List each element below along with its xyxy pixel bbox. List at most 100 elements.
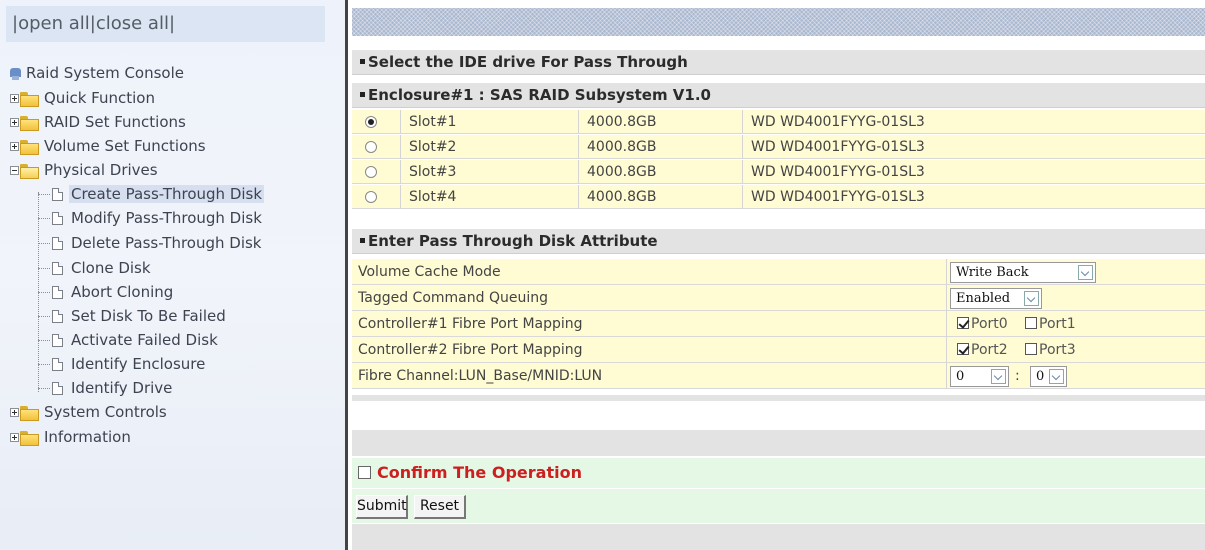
expand-icon[interactable] (10, 433, 19, 442)
section-title: Enter Pass Through Disk Attribute (368, 232, 658, 250)
chevron-down-icon[interactable] (991, 369, 1006, 384)
tree-root[interactable]: Raid System Console (9, 62, 186, 84)
document-icon (52, 237, 63, 250)
confirm-checkbox[interactable] (358, 466, 371, 479)
folder-icon (20, 140, 39, 155)
tree-group-label: RAID Set Functions (44, 113, 186, 131)
drive-row[interactable]: Slot#2 4000.8GB WD WD4001FYYG-01SL3 (352, 135, 1205, 159)
tree-group-physical-drives[interactable]: Physical Drives (10, 159, 160, 181)
tree-item-modify-pass-through-disk[interactable]: Modify Pass-Through Disk (38, 207, 264, 229)
expand-icon[interactable] (10, 118, 19, 127)
port3-checkbox[interactable] (1025, 343, 1037, 355)
chevron-down-icon[interactable] (1024, 291, 1039, 306)
tree-root-label: Raid System Console (26, 64, 184, 82)
drive-row[interactable]: Slot#3 4000.8GB WD WD4001FYYG-01SL3 (352, 160, 1205, 184)
port3-option[interactable]: Port3 (1025, 337, 1076, 363)
port1-option[interactable]: Port1 (1025, 311, 1076, 337)
tree-item-label: Delete Pass-Through Disk (71, 234, 262, 252)
tree-item-identify-drive[interactable]: Identify Drive (38, 377, 174, 399)
port2-option[interactable]: Port2 (957, 337, 1008, 363)
tree-group-information[interactable]: Information (10, 426, 133, 448)
folder-icon (20, 406, 39, 421)
chevron-down-icon[interactable] (1078, 265, 1093, 280)
tree-item-delete-pass-through-disk[interactable]: Delete Pass-Through Disk (38, 232, 264, 254)
expand-icon[interactable] (10, 142, 19, 151)
size-cell: 4000.8GB (578, 135, 742, 159)
value-cell: 0 : 0 (946, 363, 1205, 389)
tree-item-activate-failed-disk[interactable]: Activate Failed Disk (38, 329, 220, 351)
spacer (352, 395, 1205, 401)
tree-item-create-pass-through-disk[interactable]: Create Pass-Through Disk (38, 183, 265, 205)
tree-item-label: Clone Disk (71, 259, 151, 277)
port0-checkbox[interactable] (957, 317, 969, 329)
tree-group-system-controls[interactable]: System Controls (10, 401, 169, 423)
section-title: Select the IDE drive For Pass Through (368, 53, 688, 71)
tree-connector (38, 268, 50, 269)
port2-checkbox[interactable] (957, 343, 969, 355)
navigation-tree: |open all|close all| Raid System Console… (0, 0, 345, 550)
tagged-command-queuing-select[interactable]: Enabled (950, 288, 1042, 309)
bullet-icon (360, 92, 365, 97)
document-icon (52, 334, 63, 347)
tree-item-label: Set Disk To Be Failed (71, 307, 226, 325)
drive-radio[interactable] (365, 191, 377, 203)
drive-row[interactable]: Slot#4 4000.8GB WD WD4001FYYG-01SL3 (352, 185, 1205, 209)
tree-connector (38, 194, 50, 195)
tree-group-raid-set-functions[interactable]: RAID Set Functions (10, 111, 188, 133)
size-cell: 4000.8GB (578, 160, 742, 184)
tree-connector (38, 292, 50, 293)
value-cell: Write Back (946, 259, 1205, 285)
tagged-command-queuing-row: Tagged Command Queuing Enabled (352, 285, 1205, 311)
port0-option[interactable]: Port0 (957, 311, 1008, 337)
port1-checkbox[interactable] (1025, 317, 1037, 329)
volume-cache-mode-select[interactable]: Write Back (950, 262, 1096, 283)
document-icon (52, 382, 63, 395)
select-drive-header: Select the IDE drive For Pass Through (352, 50, 1205, 75)
submit-button[interactable]: Submit (356, 495, 408, 519)
chevron-down-icon[interactable] (1049, 369, 1064, 384)
reset-button[interactable]: Reset (414, 495, 466, 519)
tree-group-label: Information (44, 428, 131, 446)
tree-item-identify-enclosure[interactable]: Identify Enclosure (38, 353, 207, 375)
tree-item-label: Modify Pass-Through Disk (71, 209, 262, 227)
expand-icon[interactable] (10, 408, 19, 417)
controller2-port-mapping-label: Controller#2 Fibre Port Mapping (358, 342, 583, 358)
document-icon (52, 188, 63, 201)
folder-icon (20, 116, 39, 131)
expand-icon[interactable] (10, 94, 19, 103)
size-cell: 4000.8GB (578, 110, 742, 134)
tree-item-abort-cloning[interactable]: Abort Cloning (38, 281, 175, 303)
value-cell: Enabled (946, 285, 1205, 311)
tree-connector (38, 340, 50, 341)
confirm-row[interactable]: Confirm The Operation (352, 458, 1205, 488)
tree-item-label: Create Pass-Through Disk (69, 185, 265, 203)
drive-radio[interactable] (365, 116, 377, 128)
open-all-link[interactable]: open all (18, 13, 90, 34)
spacer (352, 430, 1205, 456)
tree-group-volume-set-functions[interactable]: Volume Set Functions (10, 135, 208, 157)
button-row: Submit Reset (352, 489, 1205, 523)
slot-cell: Slot#3 (400, 160, 578, 184)
controller2-port-mapping-row: Controller#2 Fibre Port Mapping Port2 Po… (352, 337, 1205, 363)
close-all-link[interactable]: close all (96, 13, 169, 34)
lun-select[interactable]: 0 (1030, 366, 1067, 387)
drive-row[interactable]: Slot#1 4000.8GB WD WD4001FYYG-01SL3 (352, 110, 1205, 134)
enclosure-header: Enclosure#1 : SAS RAID Subsystem V1.0 (352, 83, 1205, 108)
size-cell: 4000.8GB (578, 185, 742, 209)
attribute-header: Enter Pass Through Disk Attribute (352, 229, 1205, 254)
tree-group-quick-function[interactable]: Quick Function (10, 87, 157, 109)
lun-base-select[interactable]: 0 (950, 366, 1009, 387)
drive-radio[interactable] (365, 141, 377, 153)
tree-item-clone-disk[interactable]: Clone Disk (38, 257, 153, 279)
tree-item-set-disk-to-be-failed[interactable]: Set Disk To Be Failed (38, 305, 228, 327)
drive-radio[interactable] (365, 166, 377, 178)
fibre-lun-row: Fibre Channel:LUN_Base/MNID:LUN 0 : 0 (352, 363, 1205, 389)
tree-connector (38, 364, 50, 365)
collapse-icon[interactable] (10, 166, 19, 175)
select-value: 0 (956, 369, 965, 384)
fibre-lun-label: Fibre Channel:LUN_Base/MNID:LUN (358, 368, 603, 384)
folder-open-icon (20, 164, 39, 179)
document-icon (52, 212, 63, 225)
port-label: Port0 (971, 316, 1008, 332)
document-icon (52, 310, 63, 323)
